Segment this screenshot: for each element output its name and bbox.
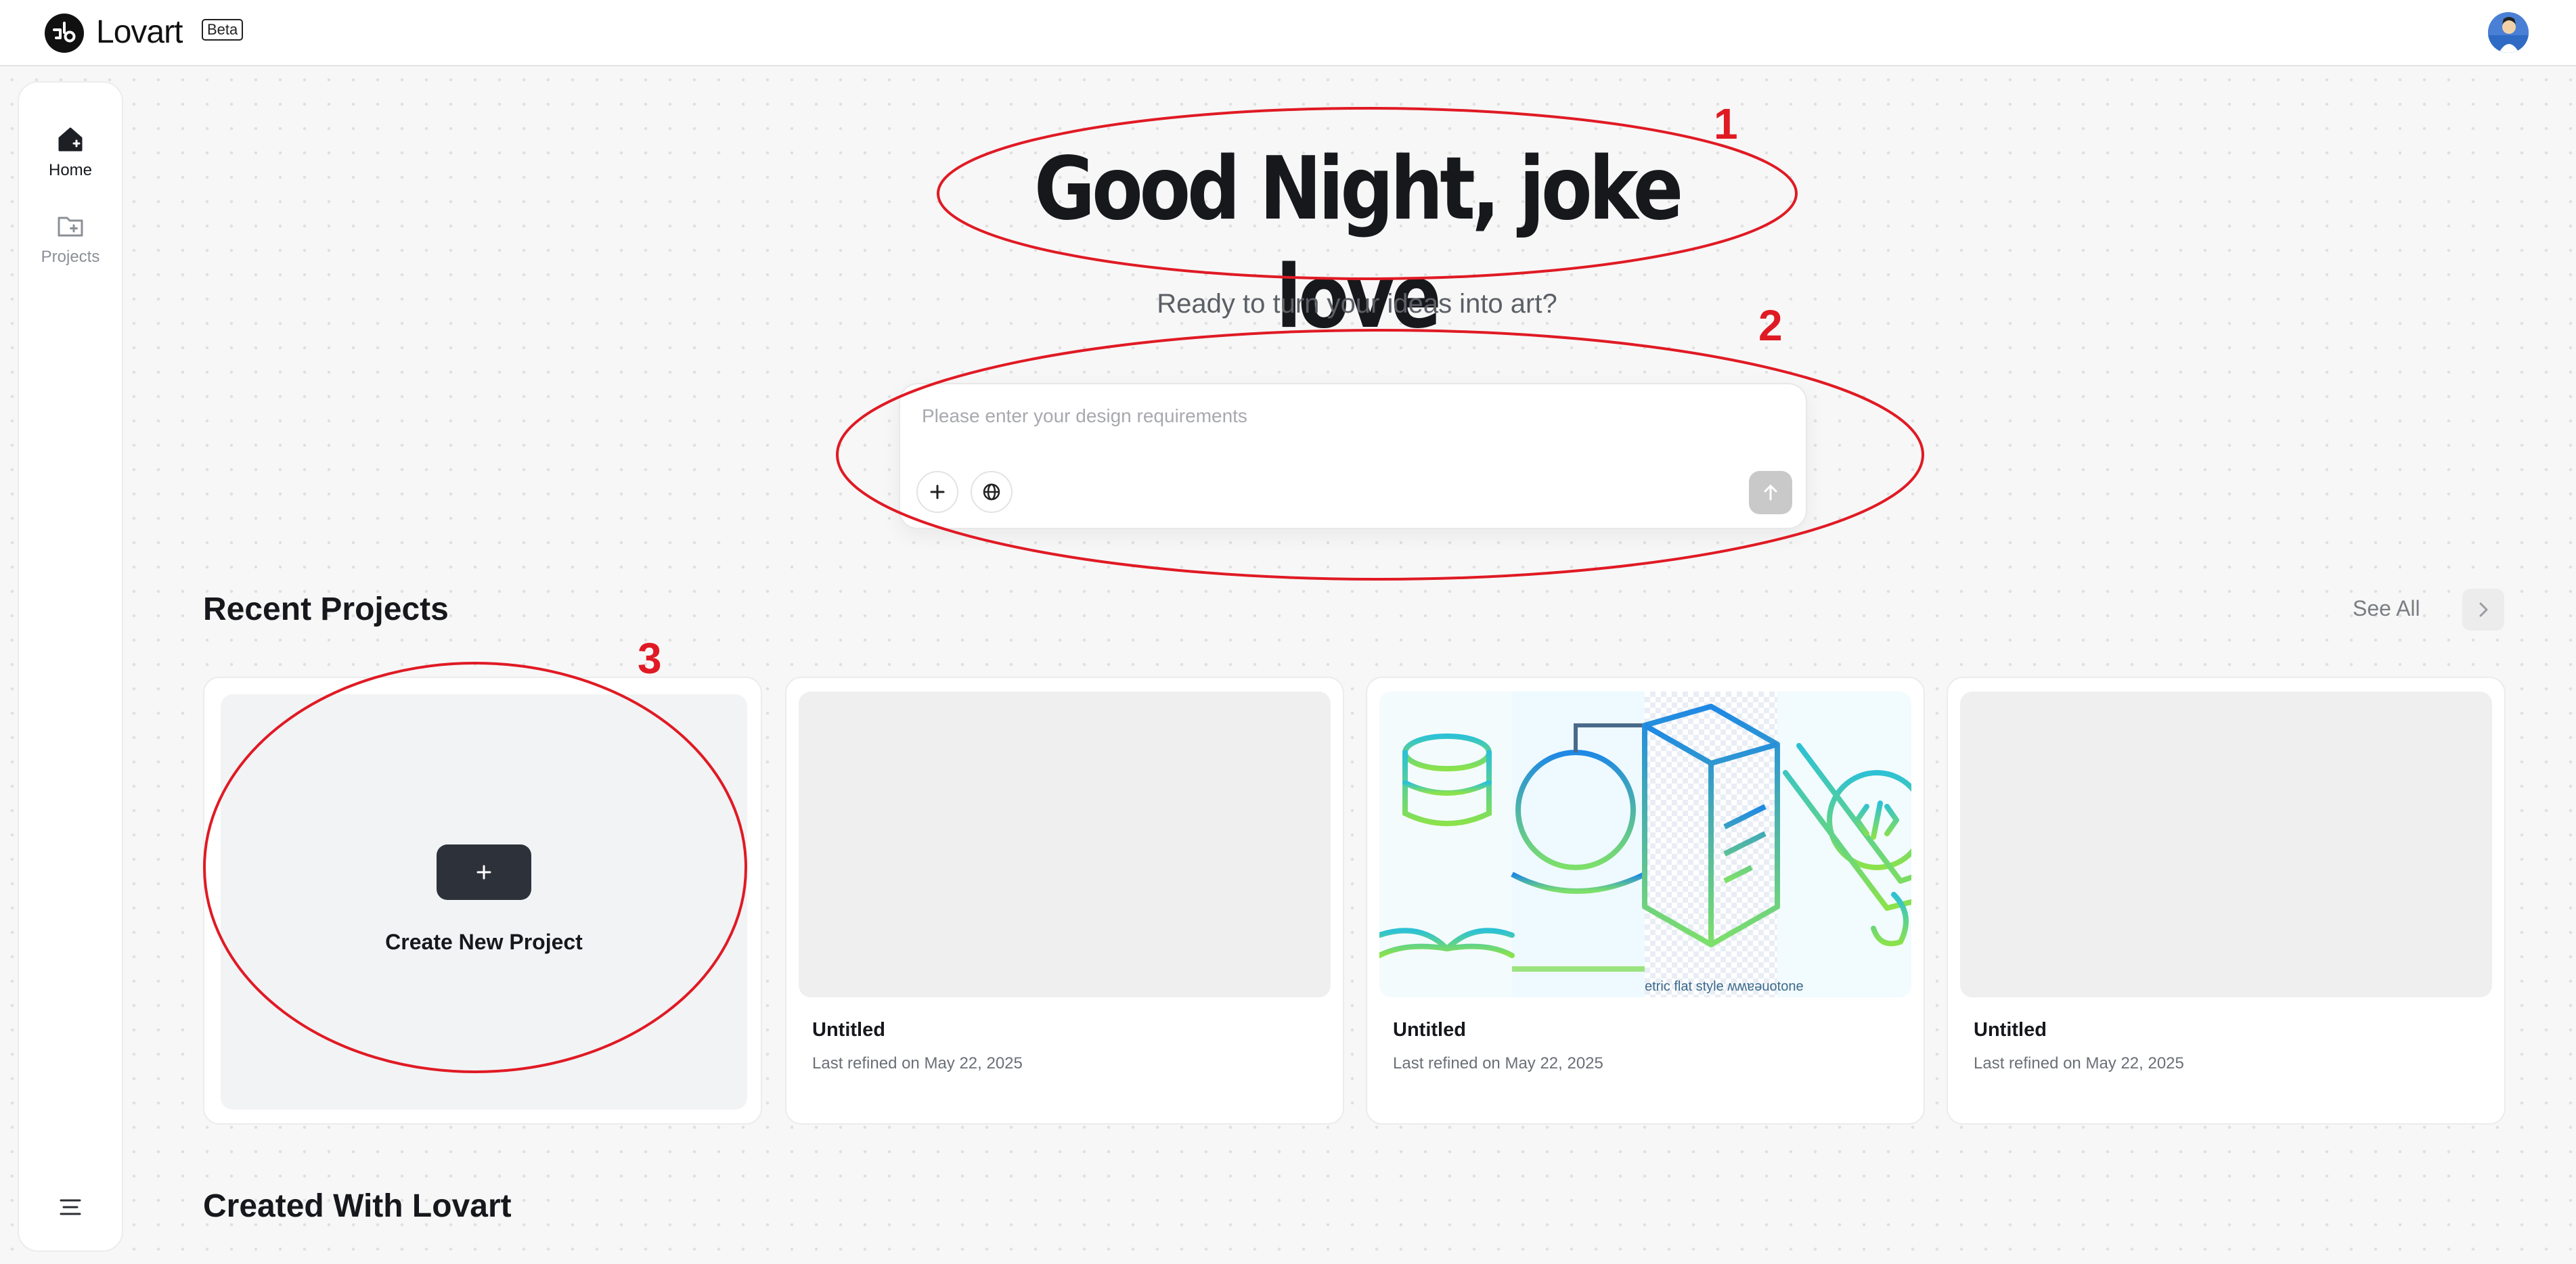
project-last-refined: Last refined on May 22, 2025	[1974, 1054, 2184, 1073]
arrow-up-icon	[1764, 484, 1777, 501]
lovart-logo-icon[interactable]	[45, 14, 84, 53]
beta-badge: Beta	[202, 19, 244, 41]
sidebar-item-projects[interactable]: Projects	[19, 211, 122, 267]
created-with-heading: Created With Lovart	[203, 1188, 512, 1224]
send-button[interactable]	[1749, 471, 1792, 514]
icon-set-preview-image: etric flat style ʍʍɐǝuotone	[1379, 692, 1911, 997]
sidebar-label-home: Home	[48, 161, 93, 179]
project-last-refined: Last refined on May 22, 2025	[812, 1054, 1023, 1073]
project-title: Untitled	[1974, 1019, 2047, 1041]
prompt-box	[899, 383, 1807, 529]
sidebar-item-home[interactable]: Home	[19, 125, 122, 180]
project-card[interactable]: Untitled Last refined on May 22, 2025	[785, 677, 1344, 1125]
recent-projects-heading: Recent Projects	[203, 591, 449, 627]
app-name[interactable]: Lovart	[96, 12, 183, 53]
web-search-button[interactable]	[971, 471, 1013, 513]
chevron-right-icon	[2479, 602, 2488, 617]
folder-plus-icon	[55, 211, 85, 241]
project-thumbnail: etric flat style ʍʍɐǝuotone	[1379, 692, 1911, 997]
plus-icon	[930, 484, 945, 499]
menu-icon[interactable]	[55, 1192, 85, 1222]
create-new-project-card[interactable]: Create New Project	[203, 677, 762, 1125]
page-subtitle: Ready to turn your ideas into art?	[1157, 289, 1557, 319]
create-project-button[interactable]	[437, 844, 531, 900]
top-bar: Lovart Beta	[0, 0, 2576, 66]
create-project-label: Create New Project	[385, 930, 583, 954]
see-all-button[interactable]	[2462, 589, 2504, 631]
home-icon	[55, 125, 85, 154]
thumbnail-caption: etric flat style ʍʍɐǝuotone	[1645, 979, 1804, 994]
sidebar: Home Projects	[18, 81, 123, 1252]
project-title: Untitled	[812, 1019, 885, 1041]
sidebar-label-projects: Projects	[41, 248, 100, 266]
add-attachment-button[interactable]	[916, 471, 958, 513]
project-card[interactable]: Untitled Last refined on May 22, 2025	[1947, 677, 2506, 1125]
project-card[interactable]: etric flat style ʍʍɐǝuotone Untitled Las…	[1366, 677, 1925, 1125]
project-last-refined: Last refined on May 22, 2025	[1393, 1054, 1603, 1073]
design-requirements-input[interactable]	[922, 401, 1734, 432]
annotation-label-2: 2	[1758, 301, 1783, 350]
annotation-label-1: 1	[1714, 99, 1738, 148]
user-avatar[interactable]	[2488, 12, 2529, 53]
project-thumbnail	[1960, 692, 2492, 997]
annotation-label-3: 3	[638, 634, 662, 683]
globe-icon	[983, 483, 1000, 501]
create-card-body: Create New Project	[221, 694, 747, 1110]
see-all-link[interactable]: See All	[2353, 593, 2420, 624]
project-title: Untitled	[1393, 1019, 1466, 1041]
plus-icon	[476, 865, 491, 880]
project-thumbnail	[799, 692, 1331, 997]
